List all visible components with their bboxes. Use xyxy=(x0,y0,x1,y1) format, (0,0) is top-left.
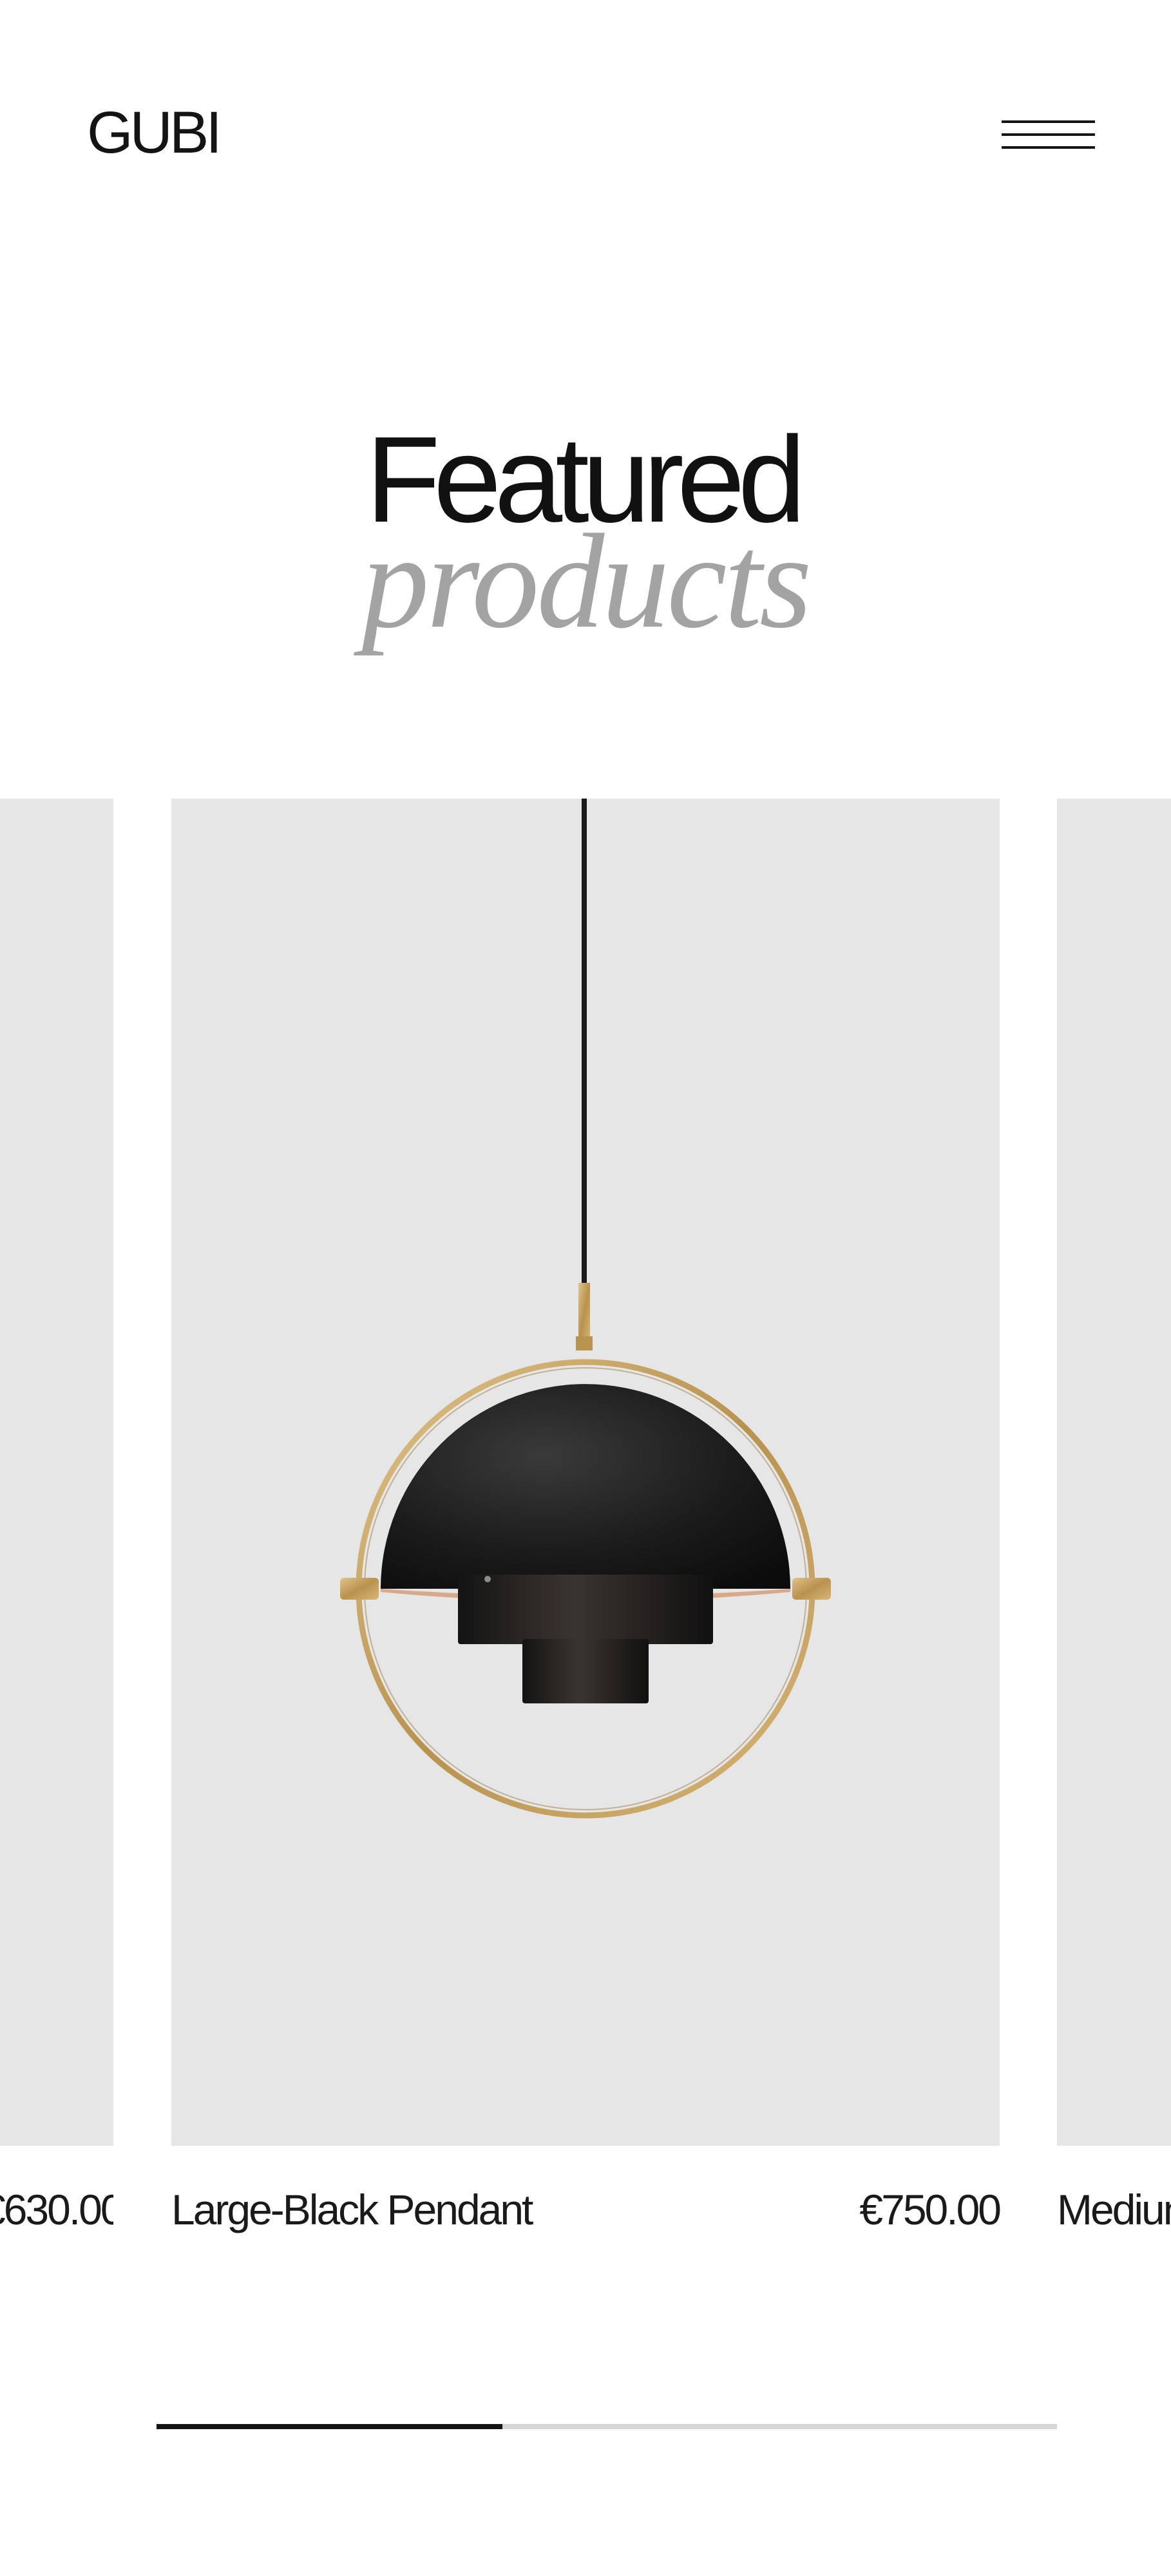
product-card-image[interactable] xyxy=(171,799,1000,2146)
carousel-progress-bar[interactable] xyxy=(157,2424,1057,2429)
pendant-lamp-image xyxy=(340,799,831,1819)
gubi-logo[interactable]: GUBI xyxy=(87,103,222,162)
product-price: €750.00 xyxy=(859,2186,1002,2233)
product-card-prev-image[interactable] xyxy=(0,799,113,2146)
hamburger-menu-icon xyxy=(1002,120,1095,123)
section-subtitle: products xyxy=(361,507,812,656)
product-name[interactable]: Large-Black Pendant xyxy=(171,2188,533,2231)
carousel-progress-fill xyxy=(157,2424,502,2429)
menu-button[interactable] xyxy=(1002,118,1095,154)
page: GUBI Featured products 630.00 Large-Blac… xyxy=(0,0,1171,2576)
product-prev-price: €630.00 xyxy=(0,2188,113,2231)
product-next-name[interactable]: Medium xyxy=(1057,2188,1171,2231)
product-card-next-image[interactable] xyxy=(1057,799,1171,2146)
